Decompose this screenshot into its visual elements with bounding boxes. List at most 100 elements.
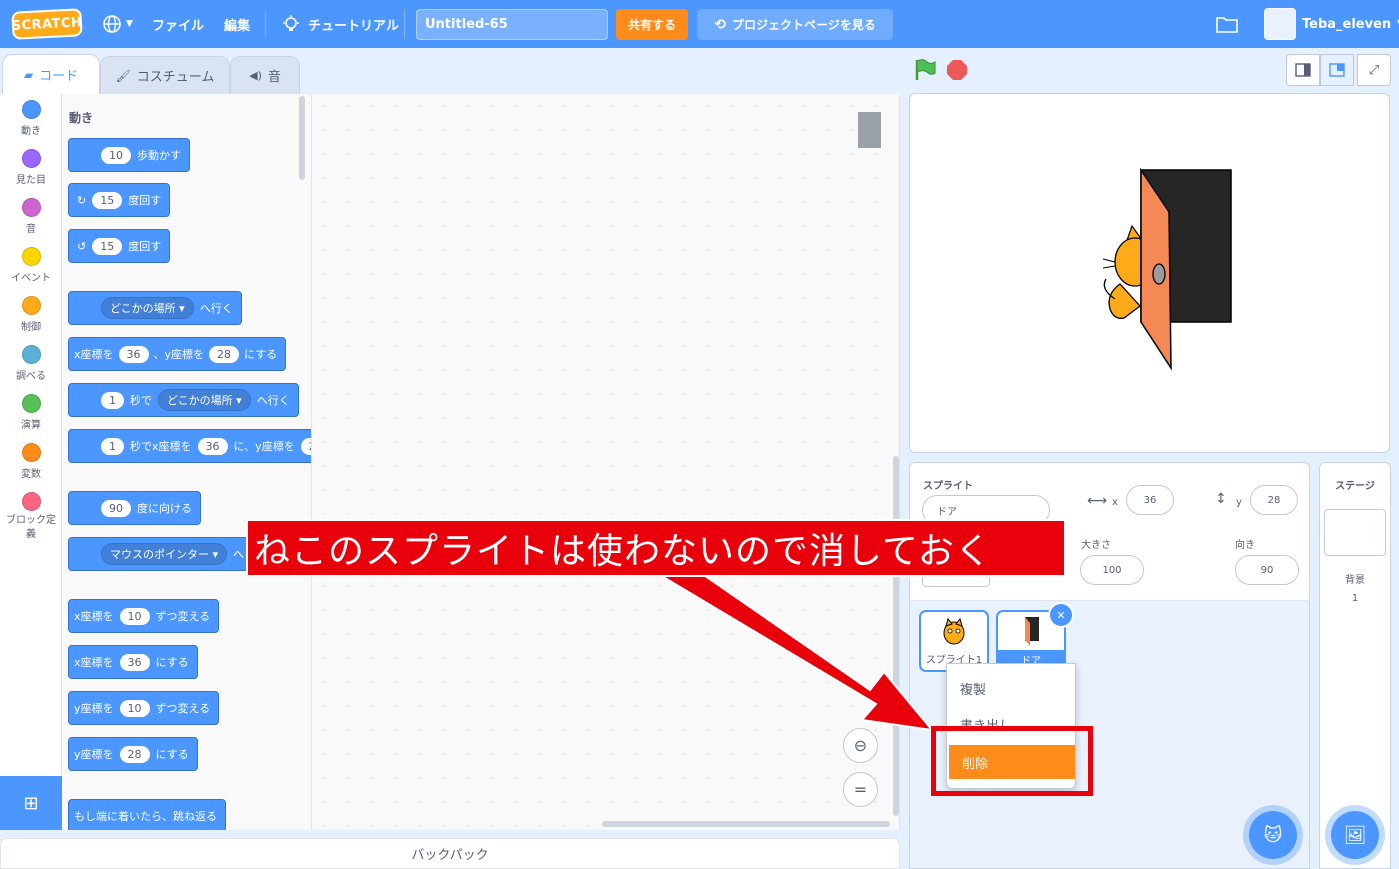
small-stage-icon (1295, 63, 1311, 77)
rotate-right-icon: ↻ (77, 193, 87, 207)
delete-sprite-icon[interactable]: ✕ (1048, 602, 1074, 628)
tab-costume[interactable]: 🖌 コスチューム (100, 56, 230, 94)
category-variables[interactable]: 変数 (0, 443, 62, 480)
globe-icon (103, 15, 121, 33)
script-horizontal-scrollbar[interactable] (602, 821, 890, 827)
x-label: x (1112, 497, 1118, 508)
block-move-steps[interactable]: 10 歩動かす (68, 138, 190, 172)
my-stuff-button[interactable] (1216, 0, 1238, 48)
block-goto[interactable]: どこかの場所 ▾ へ行く (68, 291, 242, 325)
motion-dot-icon (21, 100, 41, 119)
block-turn-right[interactable]: ↻ 15 度回す (68, 183, 171, 217)
backpack[interactable]: バックパック (0, 838, 900, 869)
backdrop-label: 背景 (1345, 575, 1365, 586)
size-label: 大きさ (1081, 540, 1111, 551)
file-menu[interactable]: ファイル (152, 0, 204, 48)
zoom-out-button[interactable]: ⊖ (843, 728, 878, 763)
tutorial-menu[interactable]: チュートリアル (282, 0, 399, 48)
tab-code[interactable]: ▰ コード (2, 54, 100, 94)
tab-sound[interactable]: ◀) 音 (230, 56, 300, 94)
block-change-x[interactable]: x座標を 10 ずつ変える (68, 599, 220, 633)
scratch-logo[interactable]: SCRATCH (11, 8, 83, 40)
green-flag-icon[interactable] (913, 58, 937, 82)
control-dot-icon (21, 296, 41, 315)
chevron-down-icon: ▼ (126, 19, 133, 29)
add-extension-button[interactable]: ⊞ (0, 776, 62, 830)
equals-icon: = (853, 780, 868, 799)
folder-icon (1216, 17, 1238, 33)
zoom-reset-button[interactable]: = (843, 772, 878, 807)
stage-target-pane[interactable]: ステージ 背景 1 (1319, 462, 1391, 869)
block-glide-xy[interactable]: 1秒でx座標を36に、y座標を2 (68, 429, 311, 463)
block-set-x[interactable]: x座標を 36 にする (68, 645, 198, 679)
fullscreen-icon: ⤢ (1368, 62, 1380, 78)
block-point-direction[interactable]: 90 度に向ける (68, 491, 201, 525)
stop-icon[interactable] (947, 60, 967, 80)
small-stage-button[interactable] (1286, 54, 1320, 86)
project-page-label: プロジェクトページを見る (731, 18, 876, 32)
category-sound[interactable]: 音 (0, 198, 62, 235)
annotation-highlight-box (931, 726, 1093, 796)
tutorial-label: チュートリアル (308, 18, 399, 34)
menu-divider (265, 10, 266, 38)
zoom-out-icon: ⊖ (853, 736, 868, 755)
tab-code-label: コード (39, 69, 79, 84)
palette-scrollbar[interactable] (299, 96, 305, 180)
x-input[interactable]: 36 (1126, 485, 1174, 515)
menu-item-duplicate[interactable]: 複製 (947, 671, 1075, 705)
project-title-input[interactable]: Untitled-65 (416, 9, 608, 40)
choose-sprite-button[interactable]: 🐱 (1249, 811, 1297, 859)
category-looks[interactable]: 見た目 (0, 149, 62, 186)
category-events[interactable]: イベント (0, 247, 62, 284)
category-operators[interactable]: 演算 (0, 394, 62, 431)
block-goto-xy[interactable]: x座標を 36 、y座標を 28 にする (68, 337, 287, 371)
operators-dot-icon (21, 394, 41, 413)
stage-canvas[interactable] (909, 93, 1390, 453)
normal-stage-icon (1329, 63, 1345, 77)
script-vertical-scrollbar[interactable] (893, 456, 899, 816)
cat-add-icon: 🐱 (1263, 824, 1283, 846)
looks-dot-icon (21, 149, 41, 168)
size-input[interactable]: 100 (1080, 555, 1144, 585)
category-my-blocks[interactable]: ブロック定義 (0, 492, 62, 542)
menu-divider (404, 10, 405, 38)
current-sprite-preview (858, 112, 881, 148)
block-point-towards[interactable]: マウスのポインター ▾ へ (68, 537, 268, 571)
block-bounce[interactable]: もし端に着いたら、跳ね返る (68, 799, 226, 830)
sprite-label: スプライト (923, 481, 973, 492)
y-label: y (1236, 497, 1242, 508)
variables-dot-icon (21, 443, 41, 462)
category-control[interactable]: 制御 (0, 296, 62, 333)
username-label: Teba_eleven (1302, 16, 1392, 32)
block-glide[interactable]: 1 秒で どこかの場所 ▾ へ行く (68, 383, 299, 417)
y-input[interactable]: 28 (1250, 485, 1298, 515)
direction-input[interactable]: 90 (1235, 555, 1299, 585)
project-page-button[interactable]: ⟲ プロジェクトページを見る (697, 9, 893, 40)
backdrop-count: 1 (1351, 593, 1359, 604)
backdrop-thumbnail[interactable] (1324, 509, 1386, 556)
block-palette: 動き 10 歩動かす ↻ 15 度回す ↺ 15 度回す どこかの場所 ▾ へ行く x座標を… (62, 94, 312, 830)
avatar[interactable] (1264, 8, 1296, 40)
normal-stage-button[interactable] (1320, 54, 1354, 86)
my-blocks-dot-icon (21, 492, 41, 511)
stage-pane-title: ステージ (1335, 481, 1375, 492)
category-sensing[interactable]: 調べる (0, 345, 62, 382)
x-arrows-icon: ⟷ (1087, 493, 1108, 509)
y-arrows-icon: ↕ (1215, 491, 1227, 507)
rotate-left-icon: ↺ (77, 239, 87, 253)
block-set-y[interactable]: y座標を 28 にする (68, 737, 198, 771)
edit-menu[interactable]: 編集 (224, 0, 250, 48)
choose-backdrop-button[interactable]: 🖼 (1331, 811, 1379, 859)
sound-dot-icon (21, 198, 41, 217)
palette-section-title: 動き (69, 111, 94, 125)
block-turn-left[interactable]: ↺ 15 度回す (68, 229, 171, 263)
language-menu[interactable]: ▼ (102, 0, 133, 48)
category-motion[interactable]: 動き (0, 100, 62, 137)
block-change-y[interactable]: y座標を 10 ずつ変える (68, 691, 220, 725)
script-area[interactable] (312, 94, 900, 830)
share-button[interactable]: 共有する (616, 9, 688, 40)
events-dot-icon (21, 247, 41, 266)
account-menu[interactable]: Teba_eleven ▼ (1302, 0, 1399, 48)
fullscreen-button[interactable]: ⤢ (1357, 54, 1391, 86)
tab-costume-label: コスチューム (136, 70, 215, 85)
